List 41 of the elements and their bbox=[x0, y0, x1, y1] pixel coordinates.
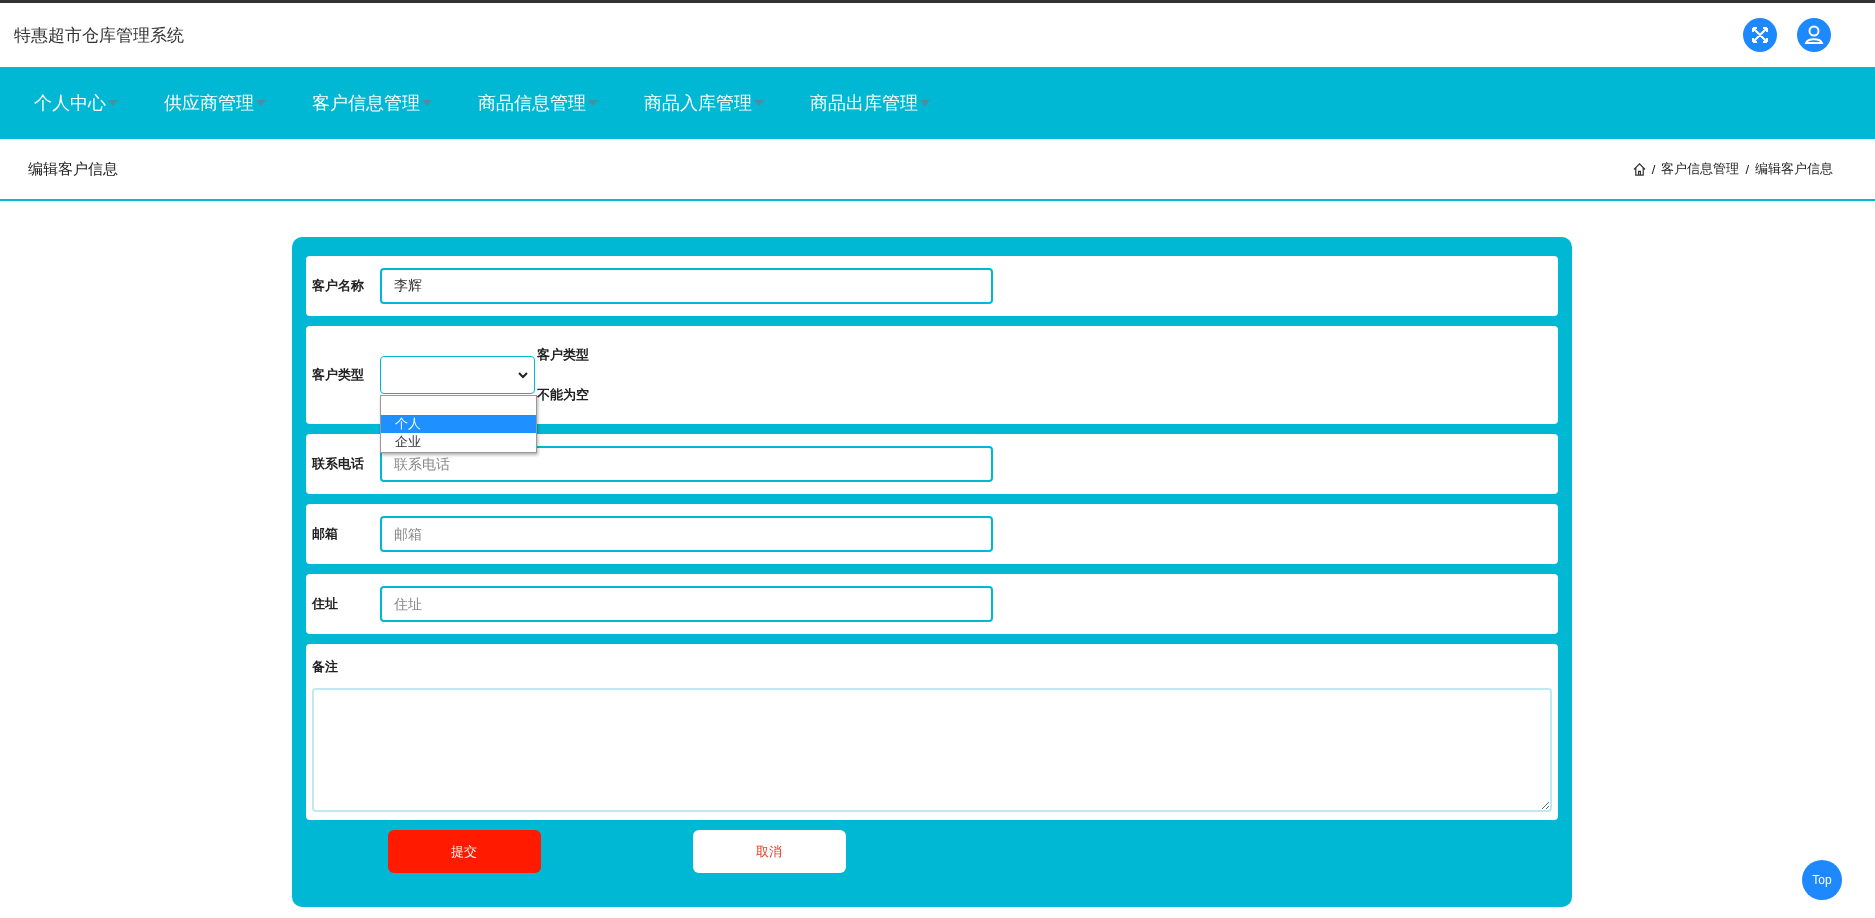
home-icon[interactable] bbox=[1632, 162, 1646, 176]
cancel-button[interactable]: 取消 bbox=[692, 830, 846, 873]
input-field[interactable]: 联系电话 bbox=[379, 446, 993, 482]
nav-menu-item[interactable]: 客户信息管理 bbox=[298, 91, 446, 115]
breadcrumb-item: 编辑客户信息 bbox=[1755, 160, 1833, 178]
nav-menu-item[interactable]: 供应商管理 bbox=[150, 91, 280, 115]
submit-button[interactable]: 提交 bbox=[387, 830, 541, 873]
nav-menu-item[interactable]: 商品信息管理 bbox=[464, 91, 612, 115]
caret-icon bbox=[108, 100, 118, 106]
field-label: 客户类型 bbox=[311, 366, 365, 384]
page-title: 编辑客户信息 bbox=[28, 159, 118, 179]
user-icon[interactable] bbox=[1797, 18, 1831, 52]
field-label: 联系电话 bbox=[311, 455, 365, 473]
caret-icon bbox=[422, 100, 432, 106]
back-to-top-button[interactable]: Top bbox=[1802, 860, 1842, 900]
input-field[interactable]: 邮箱 bbox=[379, 516, 993, 552]
field-label: 备注 bbox=[311, 658, 339, 676]
dropdown-option[interactable]: 企业 bbox=[380, 433, 536, 451]
fullscreen-icon[interactable] bbox=[1743, 18, 1777, 52]
caret-icon bbox=[754, 100, 764, 106]
breadcrumb-separator: / bbox=[1745, 161, 1749, 177]
field-label: 邮箱 bbox=[311, 525, 339, 543]
error-message: 客户类型 bbox=[536, 346, 589, 364]
field-label: 客户名称 bbox=[311, 277, 365, 295]
nav-menu-item[interactable]: 个人中心 bbox=[20, 91, 132, 115]
caret-icon bbox=[256, 100, 266, 106]
error-message: 不能为空 bbox=[536, 386, 589, 404]
breadcrumb-separator: / bbox=[1651, 161, 1656, 177]
nav-menu-item[interactable]: 商品入库管理 bbox=[630, 91, 778, 115]
select-field[interactable] bbox=[379, 356, 535, 394]
chevron-down-icon bbox=[517, 371, 528, 379]
input-field[interactable]: 住址 bbox=[379, 586, 993, 622]
remarks-field[interactable] bbox=[311, 688, 1552, 812]
app-title: 特惠超市仓库管理系统 bbox=[14, 24, 184, 47]
caret-icon bbox=[588, 100, 598, 106]
field-label: 住址 bbox=[311, 595, 339, 613]
caret-icon bbox=[920, 100, 930, 106]
breadcrumb-item[interactable]: 客户信息管理 bbox=[1661, 160, 1740, 178]
dropdown-option[interactable]: 个人 bbox=[380, 415, 536, 433]
nav-menu-item[interactable]: 商品出库管理 bbox=[796, 91, 944, 115]
input-field[interactable]: 李辉 bbox=[379, 268, 993, 304]
